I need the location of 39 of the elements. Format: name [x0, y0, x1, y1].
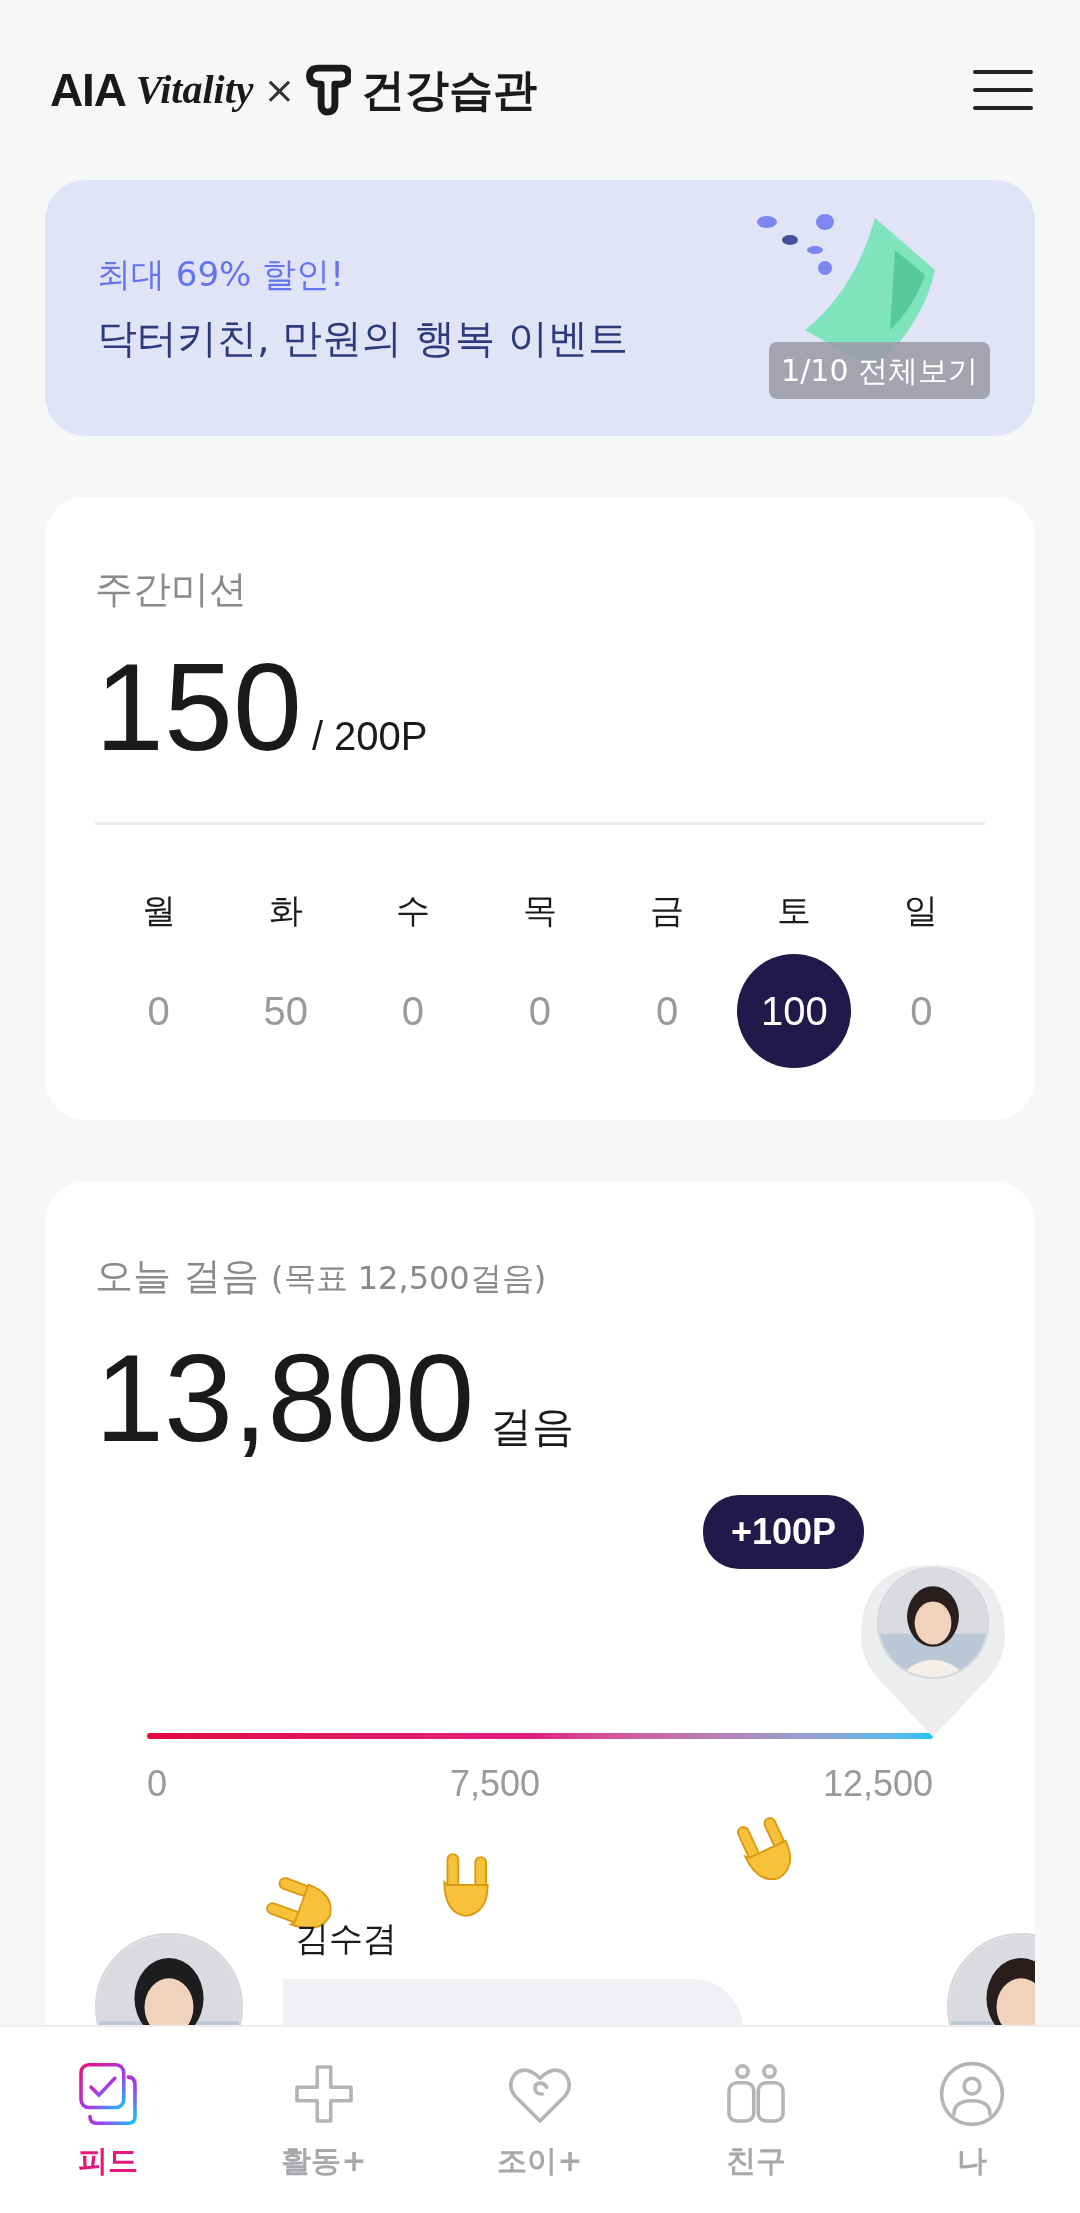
day-points: 0 — [655, 988, 680, 1036]
nav-tab[interactable]: 나 — [864, 2027, 1080, 2213]
brand-logo-text: AIA — [50, 62, 126, 118]
day-points: 100 — [737, 954, 852, 1069]
steps-unit: 걸음 — [490, 1401, 575, 1454]
nav-tab[interactable]: 활동+ — [216, 2027, 432, 2213]
axis-label: 7,500 — [449, 1762, 540, 1807]
separator-text: × — [263, 66, 296, 114]
reward-bubble: +100P — [703, 1495, 865, 1570]
points-value: 150 — [95, 642, 302, 773]
banner-title: 닥터키친, 만원의 행복 이벤트 — [97, 313, 629, 363]
points-goal: / 200P — [311, 713, 428, 760]
day-label: 금 — [650, 889, 685, 933]
friend-name: 김수겸 — [295, 1917, 397, 1961]
banner-pager[interactable]: 1/10 전체보기 — [769, 342, 990, 399]
nav-tab[interactable]: 친구 — [648, 2027, 864, 2213]
nav-tab[interactable]: 조이+ — [432, 2027, 648, 2213]
nav-tab[interactable]: 피드 — [0, 2027, 216, 2213]
day-label: 화 — [268, 889, 303, 933]
steps-count: 13,800 — [95, 1333, 475, 1464]
event-banner[interactable]: 최대 69% 할인! 닥터키친, 만원의 행복 이벤트 1/10 전체보기 — [45, 180, 1035, 436]
day-points: 0 — [146, 988, 171, 1036]
card-title: 오늘 걸음 — [95, 1253, 260, 1301]
brand-script-text: Vitality — [135, 66, 254, 114]
day-label: 수 — [395, 889, 430, 933]
day-label: 토 — [777, 889, 812, 933]
day-points: 0 — [527, 988, 553, 1036]
banner-eyebrow: 최대 69% 할인! — [97, 252, 345, 296]
day-points: 0 — [400, 988, 425, 1036]
card-title: 주간미션 — [95, 566, 248, 613]
day-points: 50 — [262, 988, 309, 1036]
day-points: 0 — [909, 988, 934, 1036]
axis-label: 12,500 — [822, 1762, 933, 1807]
day-label: 월 — [141, 889, 176, 933]
day-label: 목 — [523, 889, 557, 933]
axis-label: 0 — [147, 1762, 168, 1807]
partner-logo-text: 건강습관 — [361, 63, 538, 117]
day-label: 일 — [904, 889, 939, 933]
goal-note: (목표 12,500걸음) — [271, 1258, 547, 1300]
